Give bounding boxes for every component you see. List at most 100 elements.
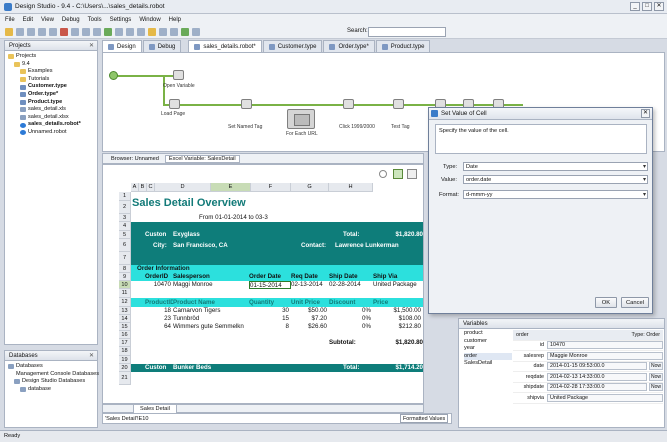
- close-button[interactable]: ✕: [654, 2, 664, 11]
- execute-icon[interactable]: [181, 28, 189, 36]
- field-value[interactable]: United Package: [547, 393, 663, 402]
- product-cell[interactable]: 23: [145, 315, 173, 323]
- product-cell[interactable]: $108.00: [373, 315, 423, 323]
- menu-debug[interactable]: Debug: [62, 17, 80, 23]
- field-value[interactable]: 2014-02-28 17:33:00.0: [547, 383, 647, 392]
- ok-button[interactable]: OK: [595, 297, 617, 308]
- product-header[interactable]: Unit Price: [291, 298, 329, 307]
- row-header[interactable]: 4: [119, 222, 131, 231]
- row-header[interactable]: 12: [119, 298, 131, 307]
- row-header[interactable]: 1: [119, 192, 131, 201]
- row-header[interactable]: 15: [119, 323, 131, 331]
- total-label[interactable]: Total:: [343, 231, 373, 239]
- menu-edit[interactable]: Edit: [23, 17, 33, 23]
- product-header[interactable]: Price: [373, 298, 423, 307]
- undo-icon[interactable]: [38, 28, 46, 36]
- order-cell[interactable]: 10470: [145, 281, 173, 289]
- open-icon[interactable]: [5, 28, 13, 36]
- product-cell[interactable]: 18: [145, 307, 173, 315]
- cell-view-icon[interactable]: [407, 169, 417, 179]
- city-label[interactable]: City:: [153, 239, 173, 252]
- menu-settings[interactable]: Settings: [110, 17, 132, 23]
- product-cell[interactable]: Wimmers gute Semmelkn: [173, 323, 249, 331]
- row-header[interactable]: 18: [119, 347, 131, 356]
- tab-customer-type[interactable]: Customer.type: [262, 40, 323, 52]
- product-cell[interactable]: 30: [249, 307, 291, 315]
- product-header[interactable]: ProductID: [145, 298, 173, 307]
- row-header[interactable]: 6: [119, 239, 131, 252]
- row-header[interactable]: 11: [119, 289, 131, 298]
- grid-view-icon[interactable]: [393, 169, 403, 179]
- row-header[interactable]: 13: [119, 307, 131, 315]
- value-format-select[interactable]: Formatted Values: [400, 414, 448, 423]
- contact[interactable]: Lawrence Lunkerman: [335, 239, 423, 252]
- tree-item[interactable]: Unnamed.robot: [8, 129, 94, 137]
- field-value[interactable]: 2014-02-13 14:33:00.0: [547, 372, 647, 381]
- row-header[interactable]: 16: [119, 331, 131, 339]
- browser-tab[interactable]: Browser: Unnamed: [111, 156, 159, 162]
- column-header[interactable]: H: [329, 183, 373, 192]
- order-header[interactable]: Ship Via: [373, 273, 423, 281]
- product-header[interactable]: Quantity: [249, 298, 291, 307]
- column-header[interactable]: B: [139, 183, 147, 192]
- tree-item[interactable]: Customer.type: [8, 83, 94, 91]
- menu-file[interactable]: File: [5, 17, 15, 23]
- total-value[interactable]: $1,820.80: [379, 231, 423, 239]
- product-cell[interactable]: 0%: [329, 315, 373, 323]
- product-header[interactable]: Discount: [329, 298, 373, 307]
- customer-name[interactable]: Bunker Beds: [173, 364, 253, 372]
- back-icon[interactable]: [159, 28, 167, 36]
- run-icon[interactable]: [104, 28, 112, 36]
- folder-icon[interactable]: [148, 28, 156, 36]
- stop-icon[interactable]: [126, 28, 134, 36]
- tree-item[interactable]: Product.type: [8, 99, 94, 107]
- tree-item[interactable]: Projects: [8, 53, 94, 61]
- total-value[interactable]: $1,714.20: [379, 364, 423, 372]
- search-input[interactable]: [368, 27, 446, 37]
- close-icon[interactable]: ✕: [641, 109, 650, 118]
- tab-sales-details-robot[interactable]: sales_details.robot*: [188, 40, 262, 52]
- tree-item[interactable]: database: [8, 386, 94, 394]
- order-header[interactable]: Order Date: [249, 273, 291, 281]
- now-button[interactable]: Now: [649, 362, 663, 371]
- product-cell[interactable]: 64: [145, 323, 173, 331]
- variable-list-item[interactable]: SalesDetail: [464, 360, 512, 368]
- refresh-icon[interactable]: [137, 28, 145, 36]
- row-header[interactable]: 7: [119, 252, 131, 265]
- order-header[interactable]: Req Date: [291, 273, 329, 281]
- tab-debug[interactable]: Debug: [142, 40, 182, 52]
- tab-order-type[interactable]: Order.type*: [323, 40, 375, 52]
- row-header[interactable]: 20: [119, 364, 131, 372]
- customer-label[interactable]: Custon: [145, 364, 175, 372]
- order-header[interactable]: Ship Date: [329, 273, 373, 281]
- product-cell[interactable]: $50.00: [291, 307, 329, 315]
- order-info-label[interactable]: Order Information: [137, 265, 217, 273]
- variable-list-item[interactable]: customer: [464, 338, 512, 346]
- sheet-title[interactable]: Sales Detail Overview: [132, 194, 362, 212]
- step-node-load-page[interactable]: [169, 99, 180, 109]
- step-node-click[interactable]: [343, 99, 354, 109]
- step-icon[interactable]: [115, 28, 123, 36]
- tree-item[interactable]: Design Studio Databases: [8, 378, 94, 386]
- column-header[interactable]: G: [291, 183, 329, 192]
- city[interactable]: San Francisco, CA: [173, 239, 263, 252]
- value-select[interactable]: order.date: [463, 175, 648, 184]
- now-button[interactable]: Now: [649, 383, 663, 392]
- step-node-test-tag[interactable]: [393, 99, 404, 109]
- tree-item[interactable]: Databases: [8, 363, 94, 371]
- menu-view[interactable]: View: [41, 17, 54, 23]
- search-icon[interactable]: [379, 170, 387, 178]
- close-icon[interactable]: ✕: [89, 352, 94, 359]
- row-header[interactable]: 17: [119, 339, 131, 347]
- save-icon[interactable]: [16, 28, 24, 36]
- order-cell[interactable]: Maggi Monroe: [173, 281, 249, 289]
- row-header[interactable]: 19: [119, 356, 131, 364]
- field-value[interactable]: 10470: [547, 341, 663, 350]
- step-node-set-named-tag[interactable]: [241, 99, 252, 109]
- save-all-icon[interactable]: [27, 28, 35, 36]
- menu-window[interactable]: Window: [139, 17, 160, 23]
- excel-variable-tab[interactable]: Excel Variable: SalesDetail: [164, 154, 240, 163]
- customer-label[interactable]: Custon: [145, 231, 175, 239]
- tab-design[interactable]: Design: [102, 40, 142, 52]
- tree-item[interactable]: Order.type*: [8, 91, 94, 99]
